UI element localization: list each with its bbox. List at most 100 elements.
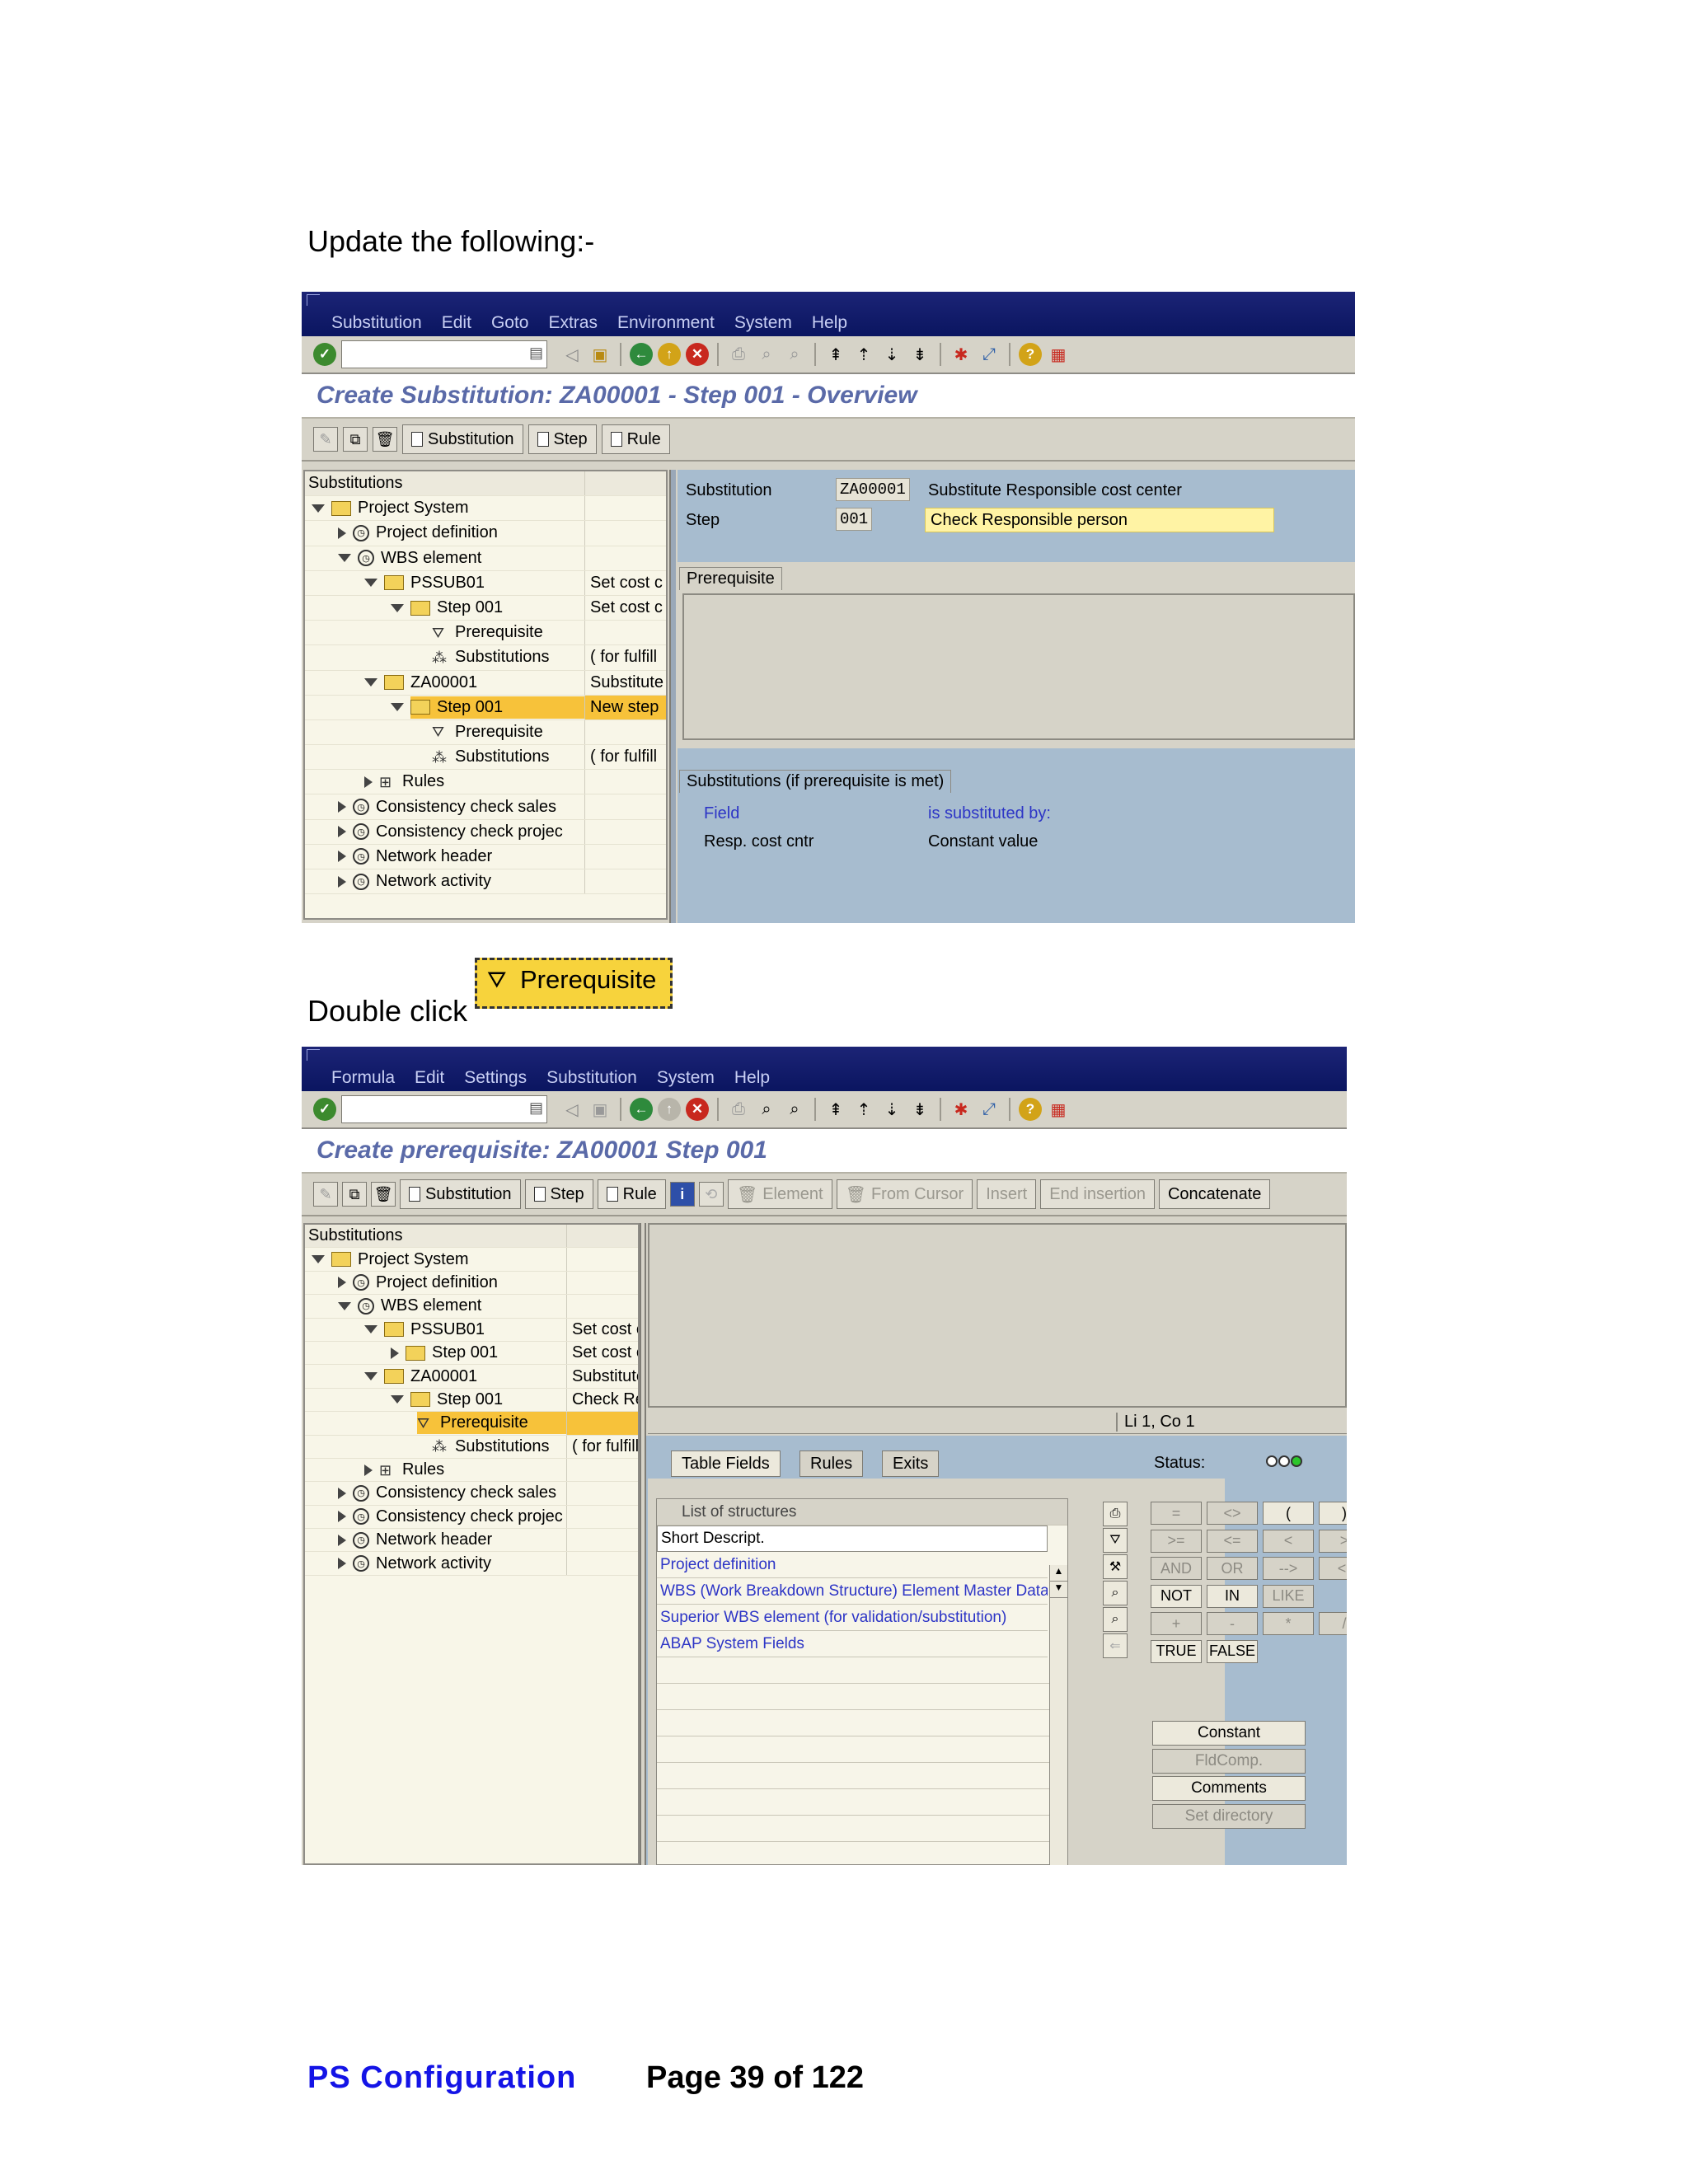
check-icon[interactable]: ⟲	[698, 1182, 724, 1207]
operator-button[interactable]: /	[1319, 1612, 1347, 1635]
operator-button[interactable]: *	[1263, 1612, 1314, 1635]
end-insertion-button[interactable]: End insertion	[1040, 1179, 1155, 1209]
tree-node[interactable]: ⁂ Substitutions ( for fulfill	[305, 645, 666, 671]
list-scrollbar[interactable]: ▲ ▼	[1049, 1565, 1067, 1865]
tab-exits[interactable]: Exits	[882, 1451, 940, 1477]
step-button[interactable]: Step	[524, 1179, 593, 1209]
expand-toggle-icon[interactable]	[312, 1255, 325, 1264]
operator-button[interactable]: )	[1319, 1502, 1347, 1525]
command-field[interactable]: ▤	[341, 1095, 547, 1123]
operator-button[interactable]: <>	[1207, 1502, 1258, 1525]
operator-button[interactable]: +	[1151, 1612, 1202, 1635]
tree-node[interactable]: ZA00001 Substitute	[305, 1365, 638, 1389]
find-next-icon[interactable]: ⌕	[1103, 1607, 1128, 1632]
help-icon[interactable]: ?	[1019, 343, 1042, 366]
operator-button[interactable]: TRUE	[1151, 1639, 1202, 1663]
tree-node[interactable]: ◷ Consistency check sales	[305, 794, 666, 820]
help-icon[interactable]: ?	[1019, 1098, 1042, 1121]
tree-node[interactable]: ⛛ Prerequisite	[305, 621, 666, 646]
copy-icon[interactable]: ⧉	[342, 1182, 367, 1207]
change-icon[interactable]: ✎	[313, 427, 338, 452]
menu-item-system[interactable]: System	[734, 313, 792, 333]
menu-item-settings[interactable]: Settings	[464, 1068, 527, 1088]
tree-node[interactable]: ◷ Network activity	[305, 869, 666, 895]
from-cursor-button[interactable]: 🗑 From Cursor	[836, 1179, 973, 1209]
tree-node[interactable]: Step 001 Set cost c	[305, 595, 666, 621]
tab-rules[interactable]: Rules	[799, 1451, 864, 1477]
operator-button[interactable]: OR	[1207, 1557, 1258, 1580]
expand-toggle-icon[interactable]	[312, 504, 325, 513]
list-item[interactable]: Project definition	[657, 1552, 1048, 1578]
tree-node[interactable]: Step 001 Check Re	[305, 1388, 638, 1413]
exit-icon[interactable]: ↑	[658, 343, 681, 366]
expand-toggle-icon[interactable]	[364, 579, 377, 588]
cancel-icon[interactable]: ✕	[686, 343, 709, 366]
concatenate-button[interactable]: Concatenate	[1158, 1179, 1271, 1209]
menu-item-goto[interactable]: Goto	[491, 313, 529, 333]
tree-node[interactable]: ⁂ Substitutions ( for fulfill	[305, 1435, 638, 1459]
expand-toggle-icon[interactable]	[364, 678, 377, 687]
step-button[interactable]: Step	[528, 424, 597, 454]
tab-table-fields[interactable]: Table Fields	[671, 1451, 781, 1477]
operator-button[interactable]: FALSE	[1207, 1639, 1258, 1663]
expand-toggle-icon[interactable]	[391, 1347, 399, 1359]
expand-toggle-icon[interactable]	[338, 1534, 346, 1546]
find-icon[interactable]: ⌕	[755, 1098, 778, 1121]
menu-item-help[interactable]: Help	[812, 313, 847, 333]
filter-icon[interactable]: ⛛	[1103, 1528, 1128, 1553]
operator-button[interactable]: -->	[1263, 1557, 1314, 1580]
operator-button[interactable]: IN	[1207, 1584, 1258, 1608]
menu-item-environment[interactable]: Environment	[617, 313, 715, 333]
step-field[interactable]: 001	[836, 508, 872, 531]
delete-icon[interactable]: 🗑	[373, 427, 397, 452]
list-item[interactable]: WBS (Work Breakdown Structure) Element M…	[657, 1578, 1048, 1605]
tree-node[interactable]: ◷ Project definition	[305, 1271, 638, 1296]
expand-toggle-icon[interactable]	[364, 1325, 377, 1334]
menu-item-help[interactable]: Help	[734, 1068, 770, 1088]
tree-node[interactable]: ◷ WBS element	[305, 1295, 638, 1319]
operator-button[interactable]: AND	[1151, 1557, 1202, 1580]
tree-node[interactable]: ⊞ Rules	[305, 1458, 638, 1483]
expand-toggle-icon[interactable]	[338, 801, 346, 813]
operator-button[interactable]: LIKE	[1263, 1584, 1314, 1608]
transfer-icon[interactable]: ⇐	[1103, 1633, 1128, 1658]
print-icon[interactable]: ⎙	[1103, 1502, 1128, 1526]
constant-button[interactable]: Constant	[1152, 1721, 1306, 1746]
expand-toggle-icon[interactable]	[338, 1277, 346, 1289]
menu-item-edit[interactable]: Edit	[442, 313, 471, 333]
rule-button[interactable]: Rule	[597, 1179, 666, 1209]
find-next-icon[interactable]: ⌕	[783, 1098, 806, 1121]
expand-toggle-icon[interactable]	[391, 603, 404, 612]
expand-toggle-icon[interactable]	[338, 1511, 346, 1523]
substitution-button[interactable]: Substitution	[402, 424, 523, 454]
last-page-icon[interactable]: ⇟	[908, 1098, 931, 1121]
operator-button[interactable]: >	[1319, 1529, 1347, 1553]
expand-toggle-icon[interactable]	[338, 851, 346, 863]
element-button[interactable]: 🗑 Element	[727, 1179, 832, 1209]
layout-icon[interactable]: ▦	[1047, 1098, 1070, 1121]
enter-icon[interactable]: ✓	[313, 1098, 336, 1121]
command-field[interactable]: ▤	[341, 340, 547, 368]
set-directory-button[interactable]: Set directory	[1152, 1803, 1306, 1829]
operator-button[interactable]: <	[1263, 1529, 1314, 1553]
find-next-icon[interactable]: ⌕	[783, 343, 806, 366]
new-session-icon[interactable]: ✱	[950, 343, 973, 366]
operator-button[interactable]: -	[1207, 1612, 1258, 1635]
enter-icon[interactable]: ✓	[313, 343, 336, 366]
tree-node[interactable]: ◷ Network header	[305, 1529, 638, 1553]
prev-icon[interactable]: ◁	[560, 343, 584, 366]
tree-node[interactable]: PSSUB01 Set cost c	[305, 1318, 638, 1342]
tree-node[interactable]: ZA00001 Substitute	[305, 670, 666, 696]
menu-item-substitution[interactable]: Substitution	[546, 1068, 637, 1088]
tree-node[interactable]: ◷ Consistency check sales	[305, 1482, 638, 1506]
shortcut-icon[interactable]: ⤢	[978, 343, 1001, 366]
expand-toggle-icon[interactable]	[364, 1464, 373, 1476]
info-icon[interactable]: i	[669, 1182, 695, 1207]
expand-toggle-icon[interactable]	[338, 1487, 346, 1499]
menu-item-substitution[interactable]: Substitution	[331, 313, 422, 333]
expand-toggle-icon[interactable]	[338, 1558, 346, 1570]
menu-item-formula[interactable]: Formula	[331, 1068, 395, 1088]
tree-node[interactable]: PSSUB01 Set cost c	[305, 570, 666, 596]
exit-icon[interactable]: ↑	[658, 1098, 681, 1121]
list-item[interactable]: Superior WBS element (for validation/sub…	[657, 1605, 1048, 1631]
